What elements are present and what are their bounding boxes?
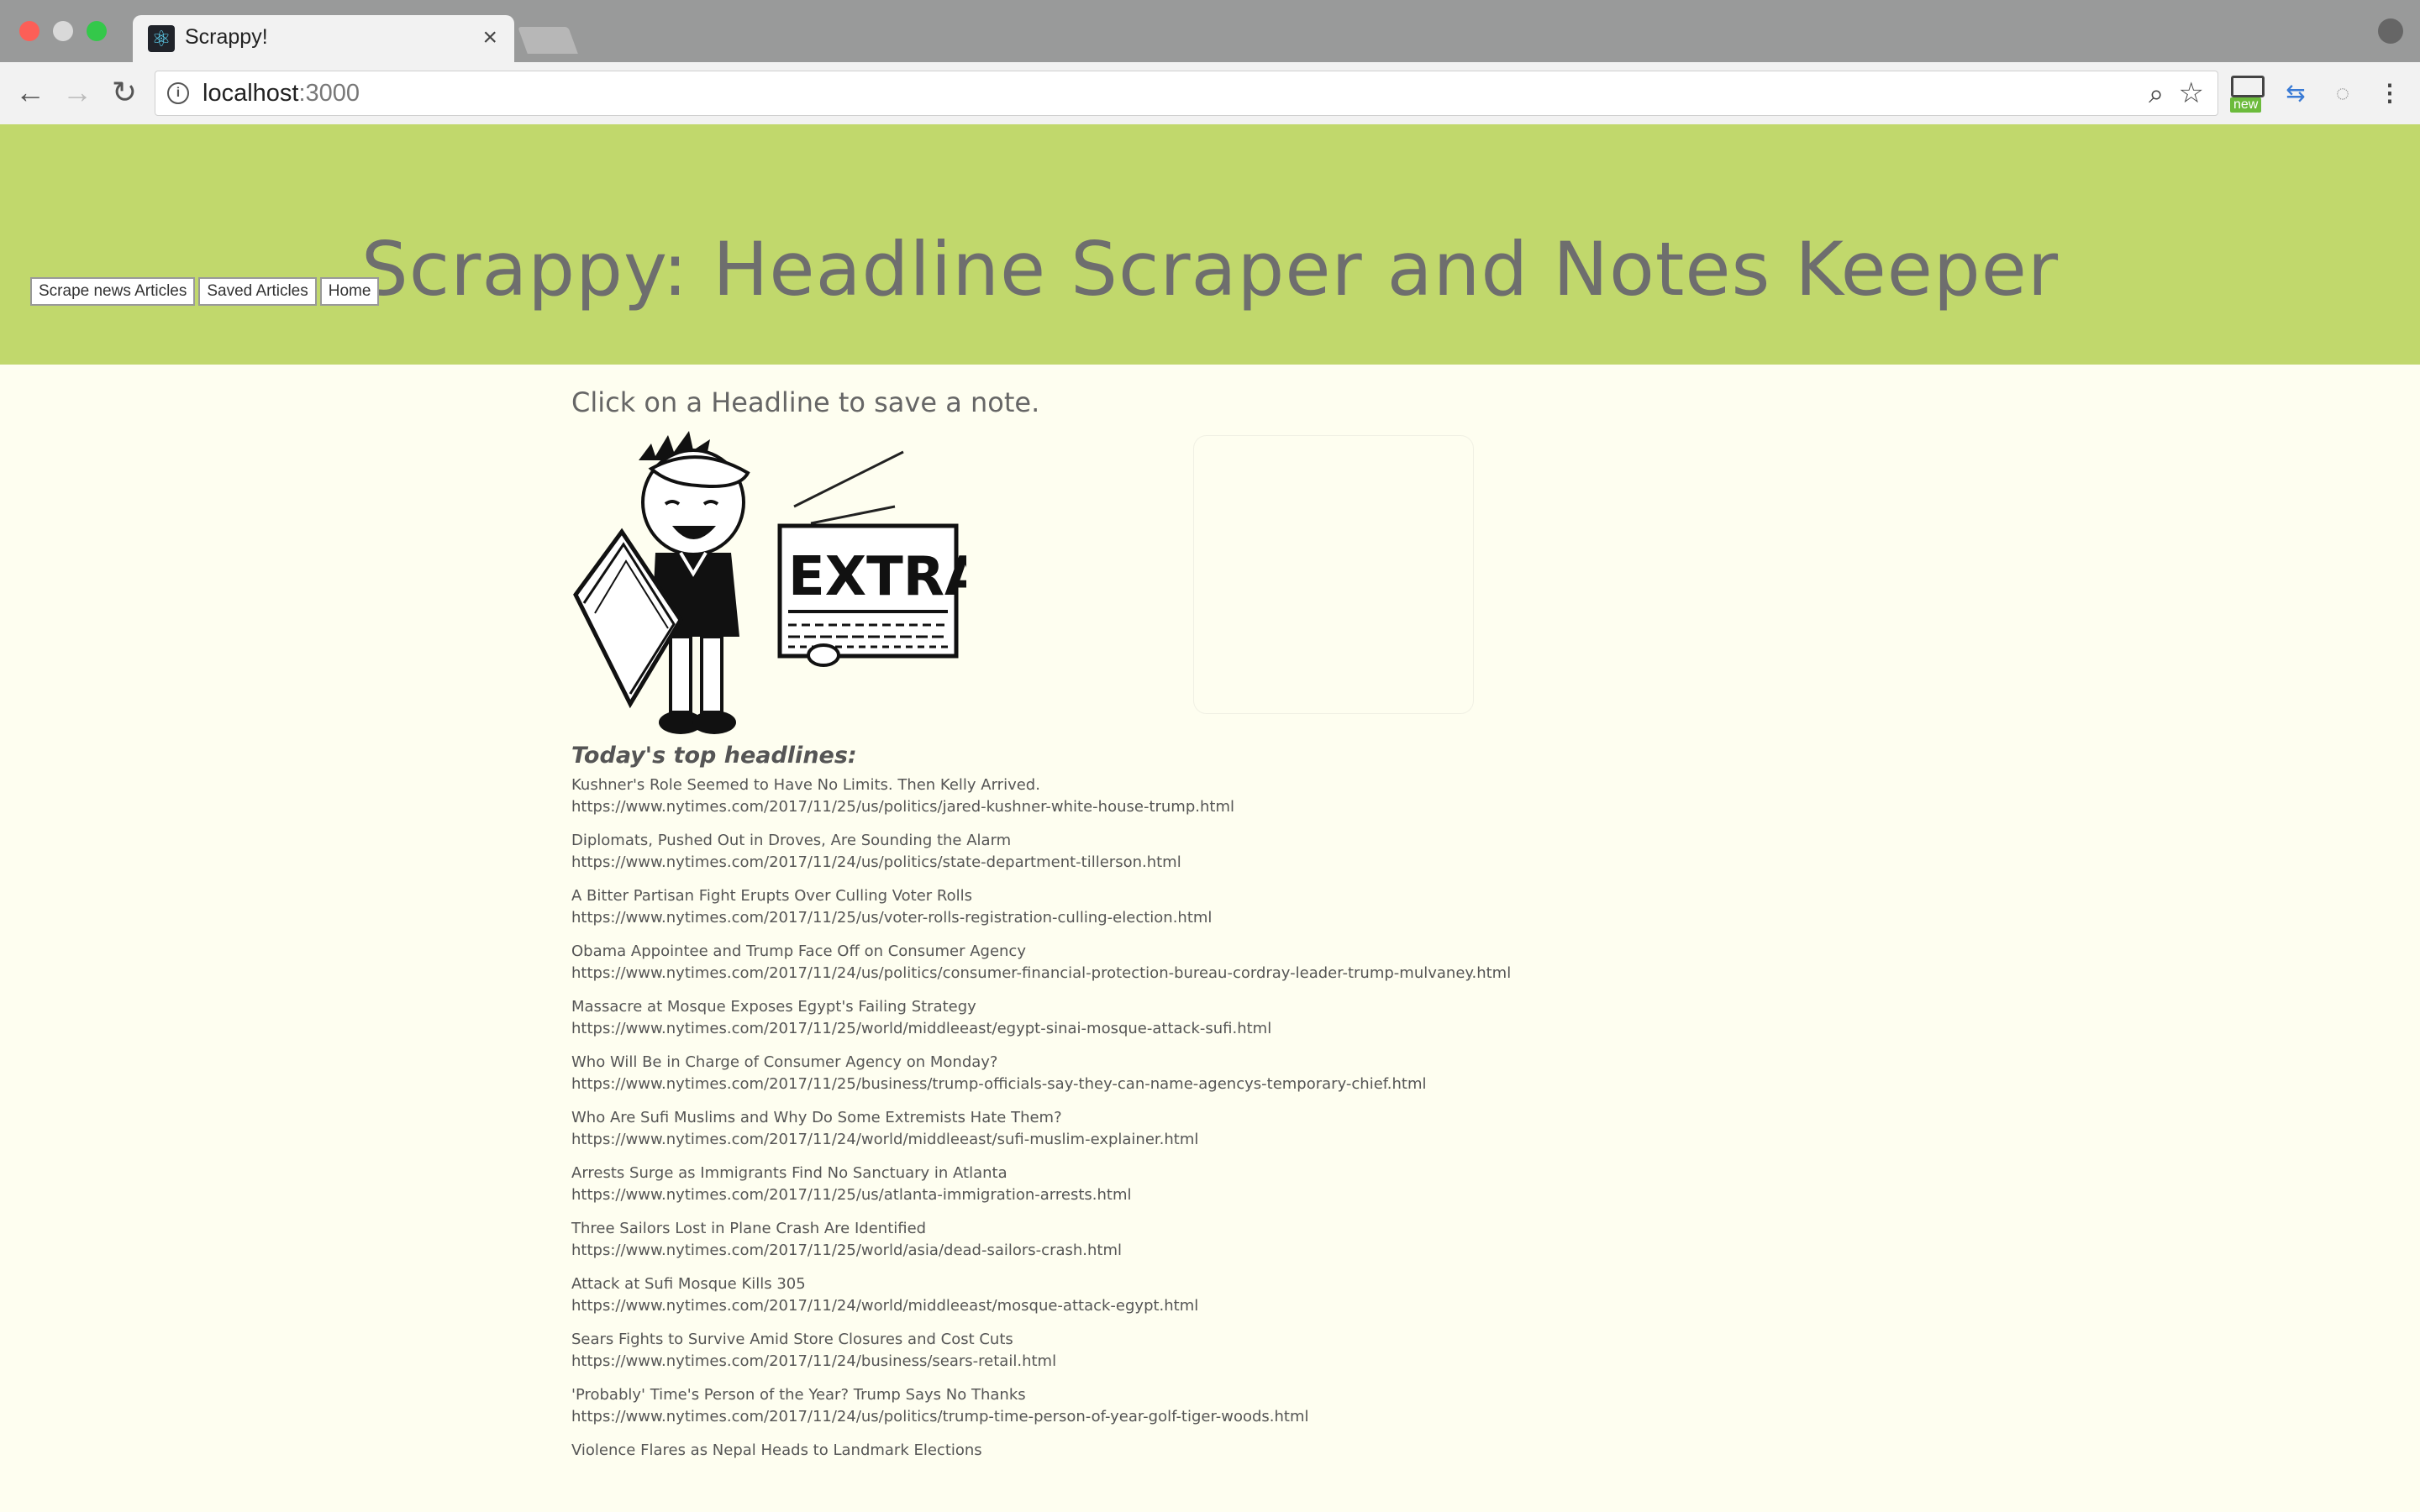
article-link[interactable]: https://www.nytimes.com/2017/11/24/world… — [571, 1295, 1538, 1317]
article-item: Arrests Surge as Immigrants Find No Sanc… — [571, 1163, 1538, 1206]
react-icon: ⚛ — [148, 25, 175, 52]
article-link[interactable]: https://www.nytimes.com/2017/11/25/busin… — [571, 1074, 1538, 1095]
forward-arrow-icon[interactable]: → — [59, 74, 96, 111]
article-headline[interactable]: Massacre at Mosque Exposes Egypt's Faili… — [571, 996, 1538, 1018]
close-window-button[interactable] — [19, 21, 39, 41]
instruction-text: Click on a Headline to save a note. — [571, 386, 1040, 418]
article-link[interactable]: https://www.nytimes.com/2017/11/25/us/vo… — [571, 907, 1538, 929]
extra-text: EXTRA! — [788, 546, 966, 608]
back-arrow-icon[interactable]: ← — [12, 74, 49, 111]
extension-circle-icon[interactable]: ◌ — [2326, 76, 2360, 111]
article-headline[interactable]: Kushner's Role Seemed to Have No Limits.… — [571, 774, 1538, 796]
browser-titlebar: ⚛ Scrappy! × — [0, 0, 2420, 62]
page-header: Scrappy: Headline Scraper and Notes Keep… — [0, 124, 2420, 365]
menu-kebab-icon[interactable]: ⋮ — [2375, 76, 2405, 111]
note-card — [1193, 435, 1474, 714]
newsboy-image: EXTRA! — [573, 431, 1011, 734]
article-item: 'Probably' Time's Person of the Year? Tr… — [571, 1384, 1538, 1428]
reload-icon[interactable]: ↻ — [106, 74, 143, 111]
article-link[interactable]: https://www.nytimes.com/2017/11/25/world… — [571, 1018, 1538, 1040]
article-headline[interactable]: Who Will Be in Charge of Consumer Agency… — [571, 1052, 1538, 1074]
saved-articles-button[interactable]: Saved Articles — [198, 277, 317, 306]
extension-new-icon[interactable]: new — [2228, 76, 2267, 113]
article-link[interactable]: https://www.nytimes.com/2017/11/24/us/po… — [571, 963, 1538, 984]
headlines-heading: Today's top headlines: — [571, 743, 857, 769]
article-link[interactable]: https://www.nytimes.com/2017/11/24/us/po… — [571, 1406, 1538, 1428]
tab-close-icon[interactable]: × — [482, 24, 497, 52]
newsboy-illustration: EXTRA! — [571, 427, 1011, 743]
article-item: Kushner's Role Seemed to Have No Limits.… — [571, 774, 1538, 818]
article-link[interactable]: https://www.nytimes.com/2017/11/25/us/po… — [571, 796, 1538, 818]
article-link[interactable]: https://www.nytimes.com/2017/11/24/us/po… — [571, 852, 1538, 874]
article-list: Kushner's Role Seemed to Have No Limits.… — [571, 774, 1538, 1462]
article-headline[interactable]: Sears Fights to Survive Amid Store Closu… — [571, 1329, 1538, 1351]
maximize-window-button[interactable] — [87, 21, 107, 41]
article-item: Diplomats, Pushed Out in Droves, Are Sou… — [571, 830, 1538, 874]
article-item: Three Sailors Lost in Plane Crash Are Id… — [571, 1218, 1538, 1262]
zoom-icon[interactable]: ⌕ — [2149, 78, 2164, 110]
article-headline[interactable]: Attack at Sufi Mosque Kills 305 — [571, 1273, 1538, 1295]
address-bar[interactable]: i localhost:3000 ⌕ ☆ — [155, 71, 2218, 116]
article-headline[interactable]: Arrests Surge as Immigrants Find No Sanc… — [571, 1163, 1538, 1184]
new-tab-button[interactable] — [518, 27, 578, 54]
article-item: Sears Fights to Survive Amid Store Closu… — [571, 1329, 1538, 1373]
article-item: A Bitter Partisan Fight Erupts Over Cull… — [571, 885, 1538, 929]
home-button[interactable]: Home — [319, 277, 380, 306]
browser-tab[interactable]: ⚛ Scrappy! × — [133, 15, 514, 62]
browser-toolbar: ← → ↻ i localhost:3000 ⌕ ☆ new ⇆ ◌ ⋮ — [0, 62, 2420, 125]
nav-button-group: Scrape news Articles Saved Articles Home — [30, 277, 380, 306]
scrape-articles-button[interactable]: Scrape news Articles — [30, 277, 196, 306]
article-item: Massacre at Mosque Exposes Egypt's Faili… — [571, 996, 1538, 1040]
article-headline[interactable]: Three Sailors Lost in Plane Crash Are Id… — [571, 1218, 1538, 1240]
article-link[interactable]: https://www.nytimes.com/2017/11/24/world… — [571, 1129, 1538, 1151]
article-item: Who Will Be in Charge of Consumer Agency… — [571, 1052, 1538, 1095]
tab-title: Scrappy! — [185, 25, 268, 49]
url-text[interactable]: localhost:3000 — [203, 80, 360, 108]
article-headline[interactable]: Diplomats, Pushed Out in Droves, Are Sou… — [571, 830, 1538, 852]
article-link[interactable]: https://www.nytimes.com/2017/11/25/us/at… — [571, 1184, 1538, 1206]
article-item: Obama Appointee and Trump Face Off on Co… — [571, 941, 1538, 984]
article-link[interactable]: https://www.nytimes.com/2017/11/25/world… — [571, 1240, 1538, 1262]
bookmark-star-icon[interactable]: ☆ — [2179, 76, 2204, 110]
article-headline[interactable]: Obama Appointee and Trump Face Off on Co… — [571, 941, 1538, 963]
profile-icon[interactable] — [2378, 18, 2403, 44]
article-headline[interactable]: A Bitter Partisan Fight Erupts Over Cull… — [571, 885, 1538, 907]
minimize-window-button[interactable] — [53, 21, 73, 41]
extension-swap-icon[interactable]: ⇆ — [2277, 76, 2314, 111]
article-headline[interactable]: Who Are Sufi Muslims and Why Do Some Ext… — [571, 1107, 1538, 1129]
main-content: Click on a Headline to save a note. EXTR… — [571, 386, 1538, 1473]
article-item: Who Are Sufi Muslims and Why Do Some Ext… — [571, 1107, 1538, 1151]
article-item: Attack at Sufi Mosque Kills 305 https://w… — [571, 1273, 1538, 1317]
info-icon[interactable]: i — [167, 82, 189, 104]
article-link[interactable]: https://www.nytimes.com/2017/11/24/busin… — [571, 1351, 1538, 1373]
article-headline[interactable]: Violence Flares as Nepal Heads to Landma… — [571, 1440, 1538, 1462]
article-item: Violence Flares as Nepal Heads to Landma… — [571, 1440, 1538, 1462]
article-headline[interactable]: 'Probably' Time's Person of the Year? Tr… — [571, 1384, 1538, 1406]
